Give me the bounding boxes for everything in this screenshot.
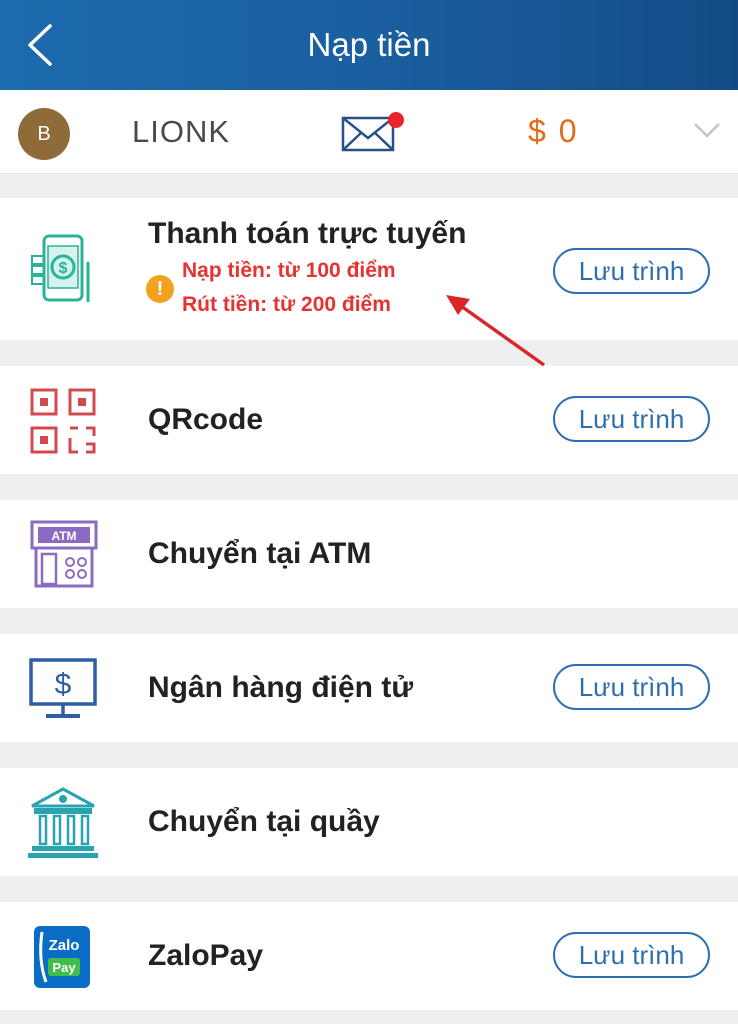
warning-icon: ! <box>146 275 174 303</box>
qr-code-icon <box>30 388 96 454</box>
deposit-note: Nạp tiền: từ 100 điểm <box>182 259 396 282</box>
method-label: ZaloPay <box>148 939 264 972</box>
app-header: Nạp tiền <box>0 0 738 90</box>
chevron-down-icon[interactable] <box>692 118 722 142</box>
username: LIONK <box>132 114 231 149</box>
method-label: Chuyển tại ATM <box>148 537 372 570</box>
mail-icon[interactable] <box>340 110 406 154</box>
method-zalopay[interactable]: Zalo Pay ZaloPay Lưu trình <box>0 902 738 1010</box>
method-label: Ngân hàng điện tử <box>148 671 414 704</box>
red-annotation-arrow <box>446 295 546 367</box>
svg-text:$: $ <box>59 260 68 277</box>
withdraw-note: Rút tiền: từ 200 điểm <box>182 293 391 316</box>
page-title: Nạp tiền <box>307 26 431 63</box>
method-atm[interactable]: ATM Chuyển tại ATM <box>0 500 738 608</box>
svg-text:Zalo: Zalo <box>49 937 80 954</box>
svg-text:$: $ <box>55 668 72 701</box>
zalopay-logo-icon: Zalo Pay <box>34 926 90 988</box>
method-label: Chuyển tại quầy <box>148 805 380 838</box>
method-label: Thanh toán trực tuyến <box>148 217 467 250</box>
process-button-qrcode[interactable]: Lưu trình <box>553 396 710 442</box>
atm-icon: ATM <box>30 520 98 588</box>
avatar[interactable]: B <box>18 108 70 160</box>
svg-text:ATM: ATM <box>51 529 76 543</box>
computer-dollar-icon: $ <box>29 658 97 718</box>
process-button-zalopay[interactable]: Lưu trình <box>553 932 710 978</box>
method-qrcode[interactable]: QRcode Lưu trình <box>0 366 738 474</box>
method-counter[interactable]: Chuyển tại quầy <box>0 768 738 876</box>
method-label: QRcode <box>148 403 264 436</box>
balance: $ 0 <box>528 113 579 149</box>
process-button-online[interactable]: Lưu trình <box>553 248 710 294</box>
method-ebanking[interactable]: $ Ngân hàng điện tử Lưu trình <box>0 634 738 742</box>
bank-building-icon <box>28 787 98 858</box>
process-button-ebanking[interactable]: Lưu trình <box>553 664 710 710</box>
notification-dot <box>388 112 404 128</box>
svg-text:Pay: Pay <box>52 960 76 975</box>
mobile-payment-icon: $ <box>31 234 90 302</box>
